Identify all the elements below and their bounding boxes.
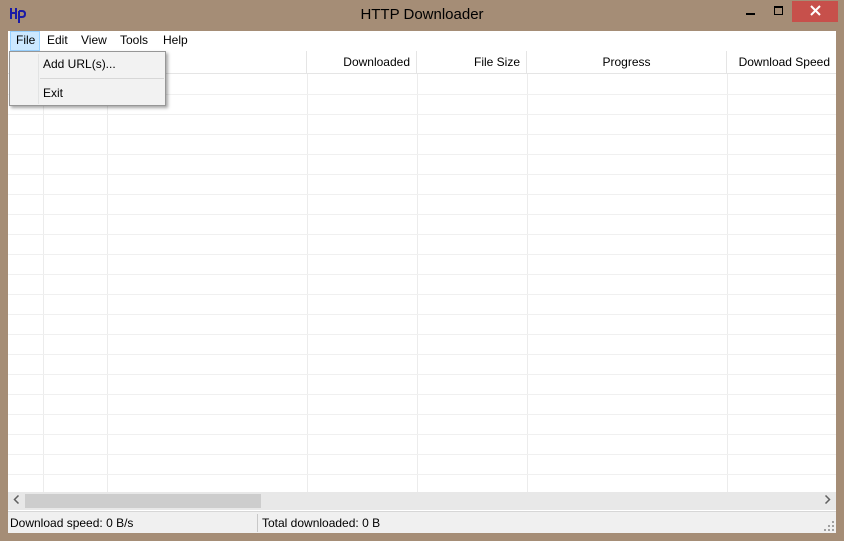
maximize-icon <box>773 5 784 19</box>
chevron-right-icon <box>824 494 831 507</box>
column-header-file-size[interactable]: File Size <box>417 51 527 74</box>
menu-tools[interactable]: Tools <box>114 31 154 51</box>
client-area: File Edit View Tools Help Downloaded Fil… <box>8 31 836 533</box>
scroll-right-button[interactable] <box>819 492 836 510</box>
menu-view[interactable]: View <box>75 31 113 51</box>
resize-grip-icon[interactable] <box>824 520 834 531</box>
list-grid <box>8 74 836 494</box>
column-header-progress[interactable]: Progress <box>527 51 727 74</box>
menu-item-add-urls[interactable]: Add URL(s)... <box>12 53 163 75</box>
close-icon <box>809 4 821 19</box>
app-window: HTTP Downloader File Edit View Tools Hel… <box>0 0 844 541</box>
minimize-button[interactable] <box>737 1 765 22</box>
menu-bar: File Edit View Tools Help <box>8 31 836 51</box>
minimize-icon <box>746 5 756 19</box>
menu-help[interactable]: Help <box>157 31 194 51</box>
chevron-left-icon <box>13 494 20 507</box>
scroll-thumb[interactable] <box>25 494 261 508</box>
window-title: HTTP Downloader <box>360 6 484 23</box>
menu-separator <box>40 78 164 79</box>
column-header-download-speed[interactable]: Download Speed <box>727 51 836 74</box>
status-download-speed: Download speed: 0 B/s <box>8 514 258 532</box>
status-total-downloaded: Total downloaded: 0 B <box>262 516 381 530</box>
title-bar[interactable]: HTTP Downloader <box>0 0 844 31</box>
file-menu-dropdown: Add URL(s)... Exit <box>9 51 166 106</box>
close-button[interactable] <box>792 1 838 22</box>
menu-edit[interactable]: Edit <box>41 31 74 51</box>
menu-file[interactable]: File <box>10 31 40 51</box>
scroll-left-button[interactable] <box>8 492 25 510</box>
menu-item-exit[interactable]: Exit <box>12 82 163 104</box>
horizontal-scrollbar[interactable] <box>8 492 836 510</box>
downloads-list[interactable]: Downloaded File Size Progress Download S… <box>8 51 836 494</box>
status-bar: Download speed: 0 B/s Total downloaded: … <box>8 511 836 533</box>
maximize-button[interactable] <box>765 1 792 22</box>
column-header-downloaded[interactable]: Downloaded <box>307 51 417 74</box>
